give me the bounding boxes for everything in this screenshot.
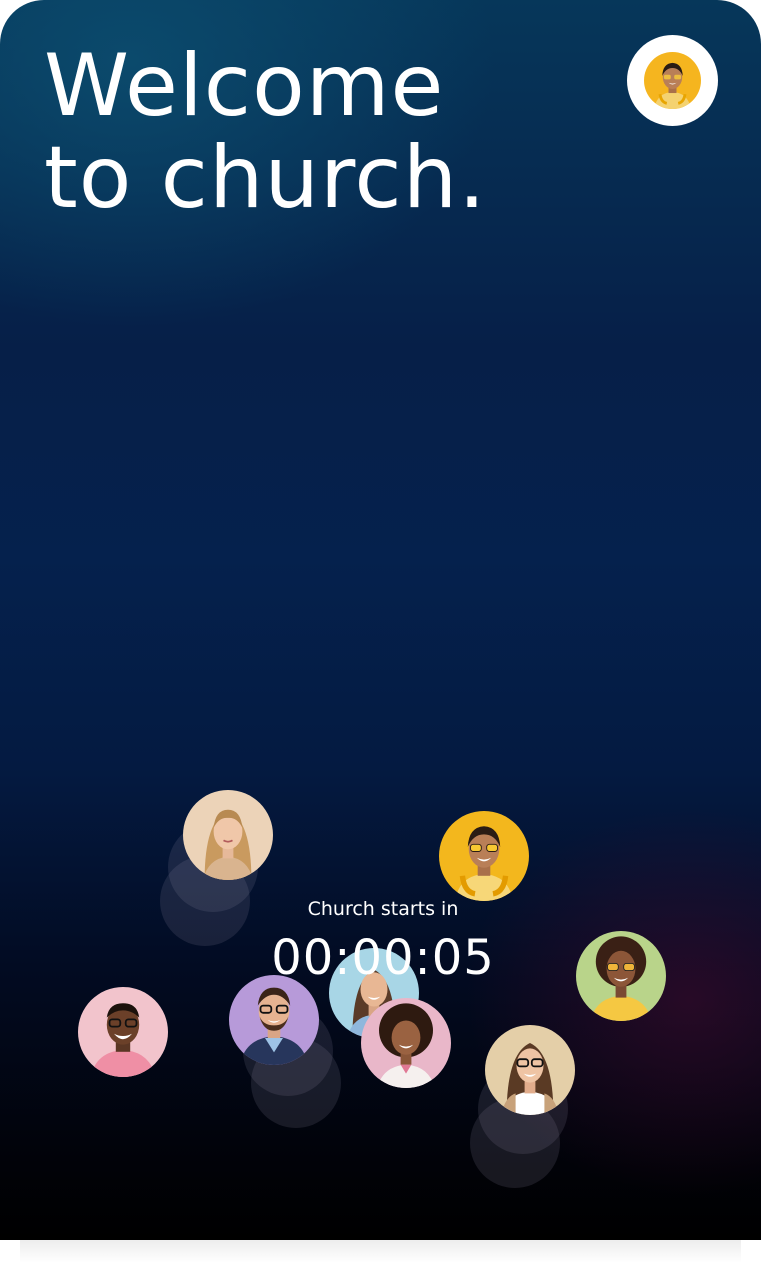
woman-sunglasses-green-avatar-icon <box>576 931 666 1021</box>
countdown-label: Church starts in <box>307 898 459 920</box>
attendee-avatar <box>576 931 666 1021</box>
man-glasses-pink-shirt-avatar-icon <box>78 987 168 1077</box>
man-glasses-purple-avatar-icon <box>229 975 319 1065</box>
woman-blonde-avatar-icon <box>183 790 273 880</box>
attendee-avatar <box>485 1025 575 1115</box>
woman-curly-hair-avatar-icon <box>361 998 451 1088</box>
welcome-heading: Welcome to church. <box>44 40 487 224</box>
attendee-avatar <box>361 998 451 1088</box>
attendee-avatar <box>439 811 529 901</box>
profile-avatar-button[interactable] <box>627 35 718 126</box>
attendee-avatar <box>78 987 168 1077</box>
attendee-avatar <box>183 790 273 880</box>
card-shadow <box>20 1240 741 1263</box>
profile-avatar-icon <box>644 52 701 109</box>
welcome-heading-line-2: to church. <box>44 128 487 228</box>
woman-yellow-glasses-avatar-icon <box>439 811 529 901</box>
attendee-avatar <box>229 975 319 1065</box>
woman-glasses-beige-avatar-icon <box>485 1025 575 1115</box>
app-screen: Welcome to church. Church starts in 00:0… <box>0 0 761 1240</box>
welcome-heading-line-1: Welcome <box>44 36 445 136</box>
